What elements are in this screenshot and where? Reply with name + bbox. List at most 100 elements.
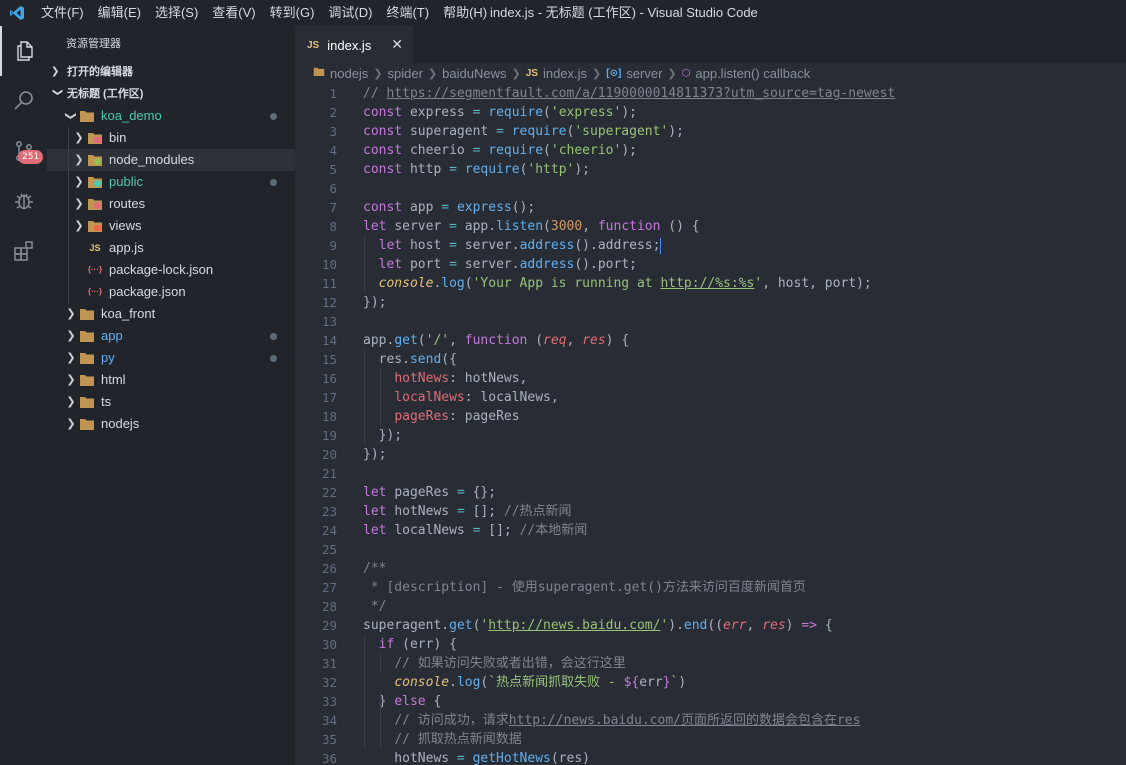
indent-guide xyxy=(380,369,381,426)
workspace-section[interactable]: ❯ 无标题 (工作区) xyxy=(47,83,295,105)
tree-item[interactable]: ❯ app xyxy=(47,325,295,347)
indent-guide xyxy=(364,635,365,749)
code-text: }); xyxy=(363,428,403,443)
folder-icon xyxy=(79,351,95,365)
chevron-right-icon: ❯ xyxy=(667,67,677,80)
folder-icon xyxy=(79,417,95,431)
line-number: 20 xyxy=(321,447,337,462)
line-number: 23 xyxy=(321,504,337,519)
code-line: 25 xyxy=(295,540,1126,559)
breadcrumb-item[interactable]: spider xyxy=(388,66,423,81)
code-text: console.log('Your App is running at http… xyxy=(378,276,872,291)
tree-item[interactable]: ❯ koa_front xyxy=(47,303,295,325)
menu-item[interactable]: 帮助(H) xyxy=(436,0,494,26)
tree-item-label: node_modules xyxy=(109,152,195,167)
line-number: 24 xyxy=(321,523,337,538)
folder-routes-icon xyxy=(87,197,103,211)
tree-item[interactable]: ❯ nodejs xyxy=(47,413,295,435)
tree-item-label: html xyxy=(101,372,126,387)
menu-item[interactable]: 选择(S) xyxy=(148,0,205,26)
breadcrumb-item[interactable]: baiduNews xyxy=(442,66,506,81)
menu-bar: 文件(F) 编辑(E) 选择(S) 查看(V) 转到(G) 调试(D) 终端(T) 帮助(H) xyxy=(34,0,494,26)
menu-item[interactable]: 编辑(E) xyxy=(91,0,148,26)
tree-item-label: bin xyxy=(109,130,127,145)
code-line: 15 res.send({ xyxy=(295,350,1126,369)
folder-public-icon xyxy=(87,175,103,189)
code-line: 7 const app = express(); xyxy=(295,198,1126,217)
code-line: 29 superagent.get('http://news.baidu.com/… xyxy=(295,616,1126,635)
code-text: }); xyxy=(363,295,387,310)
line-number: 10 xyxy=(321,257,337,272)
menu-item[interactable]: 文件(F) xyxy=(34,0,91,26)
breadcrumb-item[interactable]: app.listen() callback xyxy=(695,66,810,81)
menu-item[interactable]: 转到(G) xyxy=(263,0,322,26)
line-number: 15 xyxy=(321,352,337,367)
line-number: 25 xyxy=(321,542,337,557)
code-text: let server = app.listen(3000, function (… xyxy=(363,219,700,234)
tree-item[interactable]: ❯ py xyxy=(47,347,295,369)
workspace-label: 无标题 (工作区) xyxy=(67,88,144,100)
tree-item-label: views xyxy=(109,218,142,233)
tree-item[interactable]: {···} package.json xyxy=(47,281,295,303)
line-number: 13 xyxy=(321,314,337,329)
line-number: 18 xyxy=(321,409,337,424)
chevron-right-icon: ❯ xyxy=(66,352,76,364)
search-icon[interactable] xyxy=(0,76,47,126)
open-editors-section[interactable]: ❯ 打开的编辑器 xyxy=(47,61,295,83)
source-control-icon[interactable]: 251 xyxy=(0,126,47,176)
chevron-right-icon: ❯ xyxy=(66,418,76,430)
code-text: pageRes: pageRes xyxy=(394,409,520,424)
code-line: 22 let pageRes = {}; xyxy=(295,483,1126,502)
breadcrumb-item[interactable]: index.js xyxy=(543,66,587,81)
close-icon[interactable]: ✕ xyxy=(391,36,403,53)
code-line: 10 let port = server.address().port; xyxy=(295,255,1126,274)
tree-item[interactable]: ❯ ts xyxy=(47,391,295,413)
code-text: let hotNews = []; //热点新闻 xyxy=(363,504,572,519)
breadcrumb-item[interactable]: server xyxy=(626,66,662,81)
line-number: 12 xyxy=(321,295,337,310)
debug-icon[interactable] xyxy=(0,176,47,226)
tree-item-label: koa_demo xyxy=(101,108,162,123)
line-number: 8 xyxy=(329,219,337,234)
tree-item[interactable]: ❯ views xyxy=(47,215,295,237)
code-text: } else { xyxy=(363,694,442,709)
modified-dot xyxy=(270,355,277,362)
code-line: 13 xyxy=(295,312,1126,331)
menu-item[interactable]: 调试(D) xyxy=(321,0,379,26)
tree-item[interactable]: ❯ html xyxy=(47,369,295,391)
line-number: 35 xyxy=(321,732,337,747)
code-line: 17 localNews: localNews, xyxy=(295,388,1126,407)
tree-item[interactable]: ❯ node_modules xyxy=(47,149,295,171)
tab-index-js[interactable]: JS index.js ✕ xyxy=(295,26,413,63)
modified-dot xyxy=(270,113,277,120)
code-line: 16 hotNews: hotNews, xyxy=(295,369,1126,388)
line-number: 26 xyxy=(321,561,337,576)
menu-item[interactable]: 终端(T) xyxy=(379,0,436,26)
line-number: 30 xyxy=(321,637,337,652)
chevron-right-icon: ❯ xyxy=(66,330,76,342)
tree-item[interactable]: ❯ koa_demo xyxy=(47,105,295,127)
tree-item[interactable]: ❯ bin xyxy=(47,127,295,149)
tree-item-label: package-lock.json xyxy=(109,262,214,277)
code-line: 21 xyxy=(295,464,1126,483)
tree-item[interactable]: ❯ public xyxy=(47,171,295,193)
json-file-icon: {···} xyxy=(87,265,103,274)
folder-bin-icon xyxy=(87,131,103,145)
code-line: 4 const cheerio = require('cheerio'); xyxy=(295,141,1126,160)
tree-item-label: public xyxy=(109,174,143,189)
line-number: 21 xyxy=(321,466,337,481)
breadcrumb-item[interactable]: nodejs xyxy=(330,66,368,81)
js-file-icon: JS xyxy=(307,39,320,51)
line-number: 19 xyxy=(321,428,337,443)
tree-item[interactable]: ❯ routes xyxy=(47,193,295,215)
code-line: 14 app.get('/', function (req, res) { xyxy=(295,331,1126,350)
menu-item[interactable]: 查看(V) xyxy=(205,0,262,26)
files-icon[interactable] xyxy=(0,26,47,76)
code-editor[interactable]: 1 // https://segmentfault.com/a/119000001… xyxy=(295,83,1126,765)
indent-guide xyxy=(380,692,381,749)
tree-item[interactable]: JS app.js xyxy=(47,237,295,259)
tree-item[interactable]: {···} package-lock.json xyxy=(47,259,295,281)
extensions-icon[interactable] xyxy=(0,226,47,276)
line-number: 17 xyxy=(321,390,337,405)
code-text: console.log(`热点新闻抓取失败 - ${err}`) xyxy=(394,675,687,690)
